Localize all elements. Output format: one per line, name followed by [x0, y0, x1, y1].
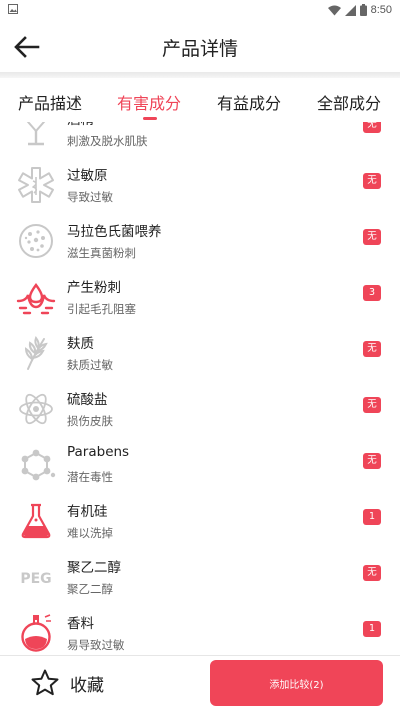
ingredient-desc: 滋生真菌粉刺 — [67, 246, 136, 260]
status-badge: 无 — [363, 453, 381, 469]
tab-harmful[interactable]: 有害成分 — [117, 90, 181, 114]
status-badge: 无 — [363, 229, 381, 245]
list-item[interactable]: 过敏原 导致过敏 无 — [0, 157, 400, 213]
status-time: 8:50 — [370, 4, 392, 16]
bacteria-icon — [19, 224, 53, 258]
ingredient-desc: 引起毛孔阻塞 — [67, 302, 136, 316]
list-item[interactable]: 麸质 麸质过敏 无 — [0, 325, 400, 381]
ingredient-name: 聚乙二醇 — [67, 560, 121, 576]
signal-icon — [344, 4, 356, 16]
list-item[interactable]: 产生粉刺 引起毛孔阻塞 3 — [0, 269, 400, 325]
favorite-label: 收藏 — [70, 675, 104, 696]
molecule-icon — [21, 449, 56, 481]
status-bar: 8:50 — [0, 0, 400, 20]
ingredient-name: 硫酸盐 — [67, 392, 108, 408]
atom-icon — [19, 393, 53, 425]
tab-indicator — [143, 117, 157, 120]
ingredient-name: 产生粉刺 — [67, 280, 121, 296]
status-badge: 无 — [363, 122, 381, 133]
ingredient-desc: 易导致过敏 — [67, 638, 125, 652]
list-item[interactable]: 香料 易导致过敏 1 — [0, 605, 400, 655]
ingredient-name: 麸质 — [67, 336, 94, 352]
list-item[interactable]: PEG 聚乙二醇 聚乙二醇 无 — [0, 549, 400, 605]
ingredient-desc: 导致过敏 — [67, 190, 113, 204]
page-title: 产品详情 — [161, 38, 238, 60]
ingredient-name: 过敏原 — [67, 168, 108, 184]
ingredient-desc: 损伤皮肤 — [67, 414, 113, 428]
ingredient-desc: 麸质过敏 — [67, 358, 113, 372]
status-badge: 无 — [363, 565, 381, 581]
status-badge: 3 — [363, 285, 381, 301]
favorite-button[interactable]: 收藏 — [30, 668, 104, 698]
tab-bar: 产品描述 有害成分 有益成分 全部成分 — [0, 78, 400, 122]
status-badge: 无 — [363, 397, 381, 413]
peg-icon-text: PEG — [20, 571, 51, 587]
tab-beneficial[interactable]: 有益成分 — [217, 90, 281, 114]
flask-icon — [21, 503, 51, 539]
tab-description[interactable]: 产品描述 — [18, 90, 82, 114]
status-badge: 无 — [363, 341, 381, 357]
add-compare-button[interactable]: 添加比较(2) — [210, 660, 383, 706]
wheat-icon — [24, 336, 48, 370]
ingredient-name: 马拉色氏菌喂养 — [67, 224, 162, 240]
bottom-action-bar: 收藏 添加比较(2) — [0, 655, 400, 711]
ingredient-desc: 潜在毒性 — [67, 470, 113, 484]
status-badge: 1 — [363, 621, 381, 637]
ingredient-desc: 难以洗掉 — [67, 526, 113, 540]
tab-all[interactable]: 全部成分 — [317, 90, 381, 114]
image-icon — [8, 4, 18, 14]
app-bar: 产品详情 — [0, 20, 400, 74]
medical-star-icon — [18, 167, 54, 203]
ingredient-name: 酒精 — [67, 122, 94, 128]
list-item[interactable]: Parabens 潜在毒性 无 — [0, 437, 400, 493]
ingredient-desc: 聚乙二醇 — [67, 582, 113, 596]
list-item[interactable]: 马拉色氏菌喂养 滋生真菌粉刺 无 — [0, 213, 400, 269]
wifi-icon — [327, 5, 341, 15]
status-badge: 无 — [363, 173, 381, 189]
pore-drop-icon — [16, 282, 56, 315]
list-item[interactable]: 有机硅 难以洗掉 1 — [0, 493, 400, 549]
star-icon — [31, 669, 59, 696]
list-item[interactable]: 酒精 刺激及脱水肌肤 无 — [0, 122, 400, 157]
ingredient-name: 香料 — [67, 616, 94, 632]
ingredient-name: 有机硅 — [67, 504, 108, 520]
list-item[interactable]: 硫酸盐 损伤皮肤 无 — [0, 381, 400, 437]
ingredient-list[interactable]: 酒精 刺激及脱水肌肤 无 过敏原 导致过敏 无 马拉色氏菌喂养 滋生真菌粉刺 无 — [0, 122, 400, 655]
ingredient-name: Parabens — [67, 444, 130, 460]
status-badge: 1 — [363, 509, 381, 525]
peg-icon: PEG — [20, 571, 51, 587]
battery-icon — [359, 4, 367, 16]
perfume-icon — [21, 614, 51, 652]
cocktail-glass-icon — [26, 122, 46, 146]
ingredient-desc: 刺激及脱水肌肤 — [67, 134, 148, 148]
